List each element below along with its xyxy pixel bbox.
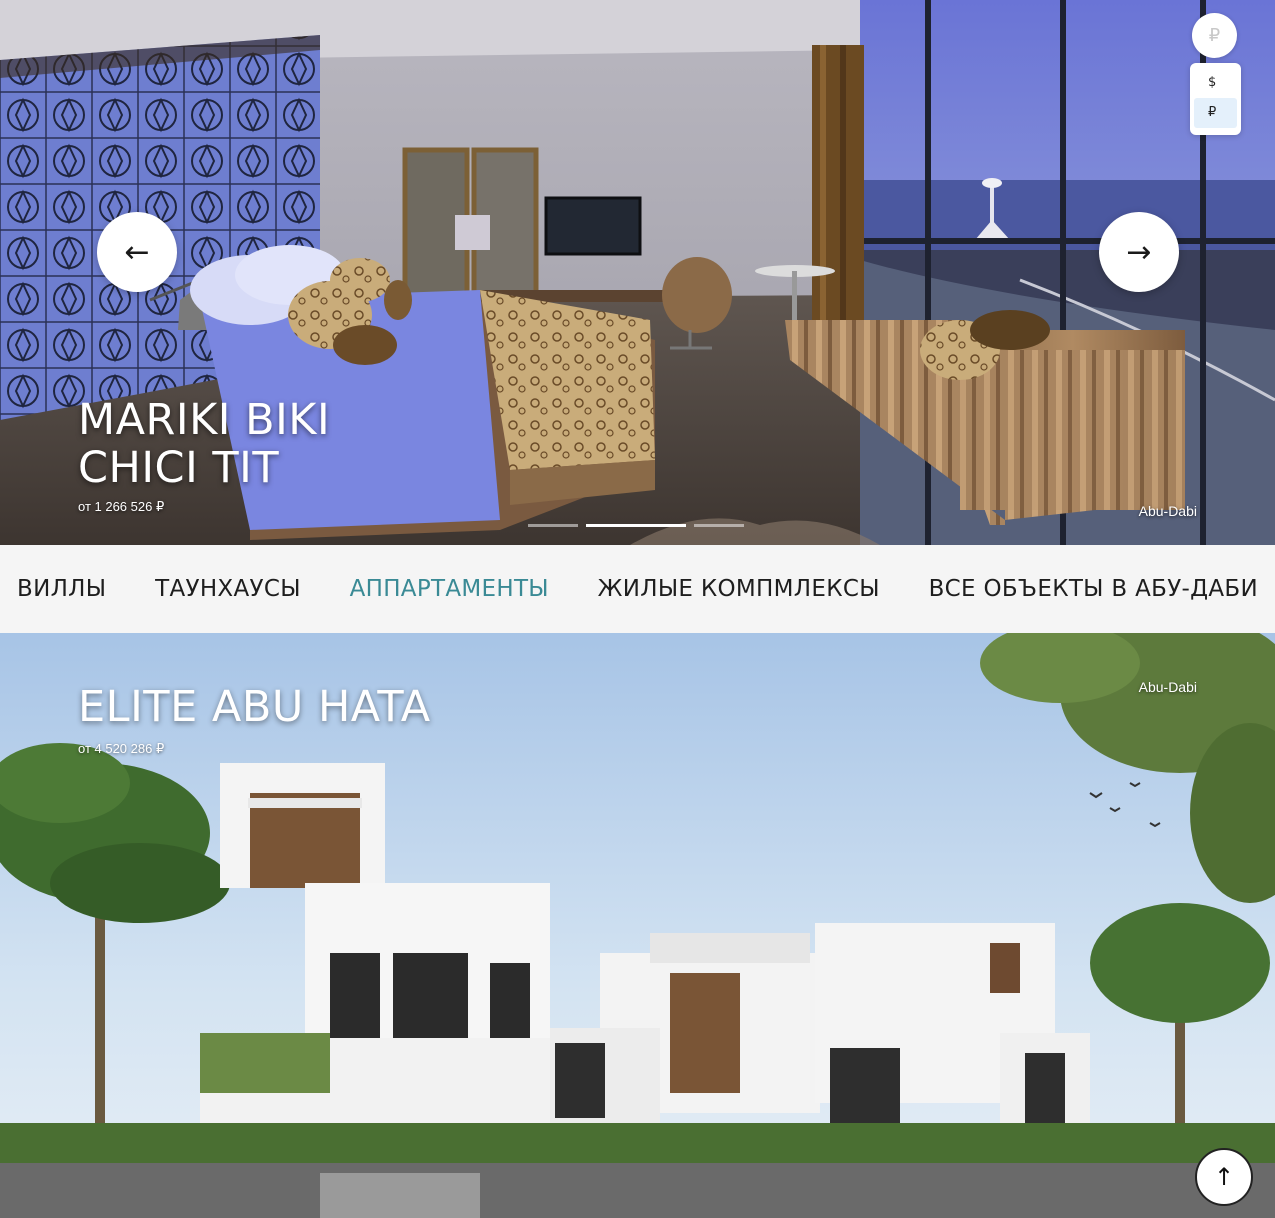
slide-indicators (528, 524, 744, 527)
currency-toggle-button[interactable]: ₽ (1192, 13, 1237, 58)
slide-indicator-3[interactable] (694, 524, 744, 527)
currency-menu: $ ₽ (1190, 63, 1241, 135)
page: ← → MARIKI BIKI CHICI TIT от 1 266 526 ₽… (0, 0, 1275, 1218)
category-all-objects[interactable]: ВСЕ ОБЪЕКТЫ В АБУ-ДАБИ (929, 576, 1258, 602)
category-residential-complexes[interactable]: ЖИЛЫЕ КОМПМЛЕКСЫ (598, 576, 880, 602)
property-location: Abu-Dabi (1138, 679, 1197, 695)
category-nav: ВИЛЛЫ ТАУНХАУСЫ АППАРТАМЕНТЫ ЖИЛЫЕ КОМПМ… (0, 545, 1275, 633)
prev-slide-button[interactable]: ← (97, 212, 177, 292)
category-townhouses[interactable]: ТАУНХАУСЫ (155, 576, 301, 602)
slide-title[interactable]: MARIKI BIKI CHICI TIT (78, 396, 478, 492)
currency-option-rub[interactable]: ₽ (1194, 98, 1237, 128)
property-card[interactable]: ELITE ABU HATA от 4 520 286 ₽ Abu-Dabi (0, 633, 1275, 1218)
hero-slider: ← → MARIKI BIKI CHICI TIT от 1 266 526 ₽… (0, 0, 1275, 545)
category-apartments[interactable]: АППАРТАМЕНТЫ (350, 576, 549, 602)
property-price: от 4 520 286 ₽ (78, 741, 165, 756)
currency-option-usd[interactable]: $ (1194, 68, 1237, 98)
slide-title-line2: CHICI TIT (78, 443, 280, 493)
category-villas[interactable]: ВИЛЛЫ (17, 576, 106, 602)
scroll-to-top-button[interactable]: ↑ (1195, 1148, 1253, 1206)
slide-location: Abu-Dabi (1138, 503, 1197, 519)
slide-price: от 1 266 526 ₽ (78, 499, 165, 514)
slide-title-line1: MARIKI BIKI (78, 395, 331, 445)
slide-indicator-1[interactable] (528, 524, 578, 527)
slide-indicator-2[interactable] (586, 524, 686, 527)
next-slide-button[interactable]: → (1099, 212, 1179, 292)
property-title: ELITE ABU HATA (78, 682, 431, 732)
